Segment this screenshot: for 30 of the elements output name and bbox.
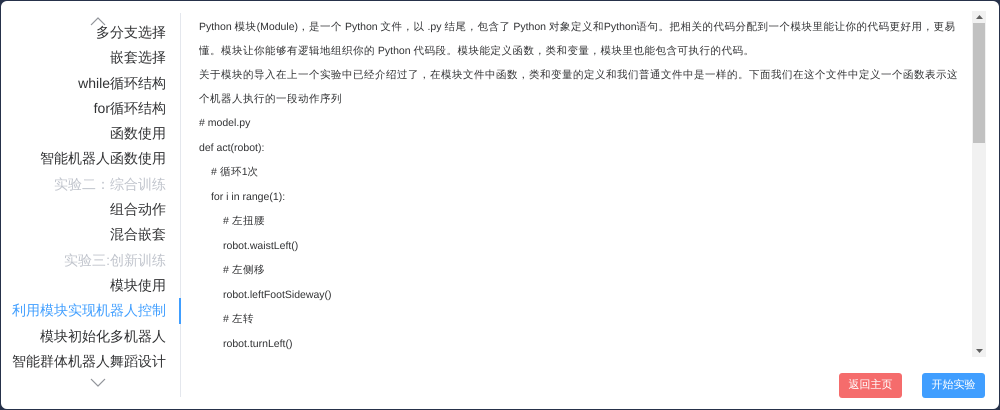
sidebar-item[interactable]: 智能机器人函数使用	[40, 146, 181, 172]
sidebar-item[interactable]: 混合嵌套	[110, 222, 181, 248]
code-line: robot.waistLeft()	[223, 238, 298, 254]
sidebar-item[interactable]: 模块使用	[110, 272, 181, 298]
section-heading: 实验二：综合训练	[54, 174, 167, 194]
code-line: # model.py	[199, 116, 250, 131]
sidebar-item[interactable]: while循环结构	[78, 70, 181, 96]
code-line: def act(robot):	[199, 140, 264, 156]
sidebar-item[interactable]: 模块初始化多机器人	[40, 324, 181, 349]
scrollbar[interactable]	[972, 11, 986, 357]
code-line: for i in range(1):	[211, 190, 286, 204]
scroll-up-arrow-icon[interactable]	[976, 15, 982, 19]
code-line: robot.leftFootSideway()	[223, 288, 332, 302]
code-line: # 循环1次	[211, 165, 259, 180]
scroll-up-icon[interactable]	[90, 17, 106, 26]
section-heading: 实验三:创新训练	[64, 250, 167, 270]
sidebar-item[interactable]: for循环结构	[94, 96, 181, 122]
sidebar-item[interactable]: 组合动作	[110, 197, 181, 222]
scroll-down-icon[interactable]	[90, 378, 106, 388]
code-line: # 左转	[223, 312, 254, 327]
paragraph: Python 模块(Module)，是一个 Python 文件，以 .py 结尾，包含了 Python 对象定义和Python语句。把相关的代码分配到一个模块里能让你的代码更好用，更易懂。模块让你能够有逻辑地组织你的 Python 代码段。模块能定义函数，类和变量，模块里也能包含可执行的代码。	[199, 20, 957, 59]
sidebar-item[interactable]: 智能群体机器人舞蹈设计	[12, 348, 181, 374]
code-line: robot.turnLeft()	[223, 336, 292, 352]
sidebar-item[interactable]: 多分支选择	[96, 20, 181, 46]
sidebar-item[interactable]: 嵌套选择	[110, 45, 181, 71]
sidebar-item[interactable]: 函数使用	[110, 121, 181, 146]
paragraph: 关于模块的导入在上一个实验中已经介绍过了，在模块文件中函数，类和变量的定义和我们普通文件中是一样的。下面我们在这个文件中定义一个函数表示这个机器人执行的一段动作序列	[199, 68, 959, 107]
scroll-down-arrow-icon[interactable]	[976, 349, 982, 353]
code-line: # 左扭腰	[223, 214, 265, 229]
code-line: # 左侧移	[223, 263, 265, 278]
